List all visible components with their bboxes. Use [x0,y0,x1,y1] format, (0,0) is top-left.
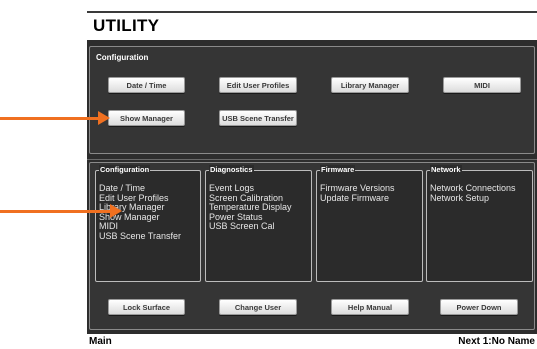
firmware-group-title: Firmware [320,165,356,174]
footer-main-label: Main [89,336,112,347]
title-bar: UTILITY [87,11,537,40]
help-manual-button[interactable]: Help Manual [331,299,409,315]
diagnostics-group: Diagnostics Event Logs Screen Calibratio… [205,165,312,282]
annotation-arrow-shaft-1 [0,117,100,120]
menu-item-update-firmware[interactable]: Update Firmware [320,193,395,204]
configuration-panel: Configuration [89,46,535,154]
library-manager-button[interactable]: Library Manager [331,77,409,93]
menu-item-usb-screen-cal[interactable]: USB Screen Cal [209,222,292,232]
annotation-arrow-shaft-2 [0,210,112,213]
usb-scene-transfer-button[interactable]: USB Scene Transfer [219,110,297,126]
edit-user-profiles-button[interactable]: Edit User Profiles [219,77,297,93]
midi-button[interactable]: MIDI [443,77,521,93]
menu-item-network-setup[interactable]: Network Setup [430,193,516,204]
firmware-group: Firmware Firmware Versions Update Firmwa… [316,165,423,282]
menu-item-usb-scene-transfer[interactable]: USB Scene Transfer [99,231,181,242]
arrow-icon-1 [98,111,110,125]
status-footer: Main Next 1:No Name [87,334,537,349]
footer-next-scene-label: Next 1:No Name [458,336,535,347]
date-time-button[interactable]: Date / Time [108,77,185,93]
configuration-group: Configuration Date / Time Edit User Prof… [95,165,201,282]
change-user-button[interactable]: Change User [219,299,297,315]
arrow-icon-2 [110,204,122,218]
lock-surface-button[interactable]: Lock Surface [108,299,185,315]
page-title: UTILITY [93,16,160,35]
power-down-button[interactable]: Power Down [440,299,518,315]
network-group: Network Network Connections Network Setu… [426,165,533,282]
configuration-group-title: Configuration [99,165,151,174]
diagnostics-group-title: Diagnostics [209,165,254,174]
configuration-section-label: Configuration [96,53,149,62]
section-divider [87,159,537,160]
network-group-title: Network [430,165,462,174]
show-manager-button[interactable]: Show Manager [108,110,185,126]
